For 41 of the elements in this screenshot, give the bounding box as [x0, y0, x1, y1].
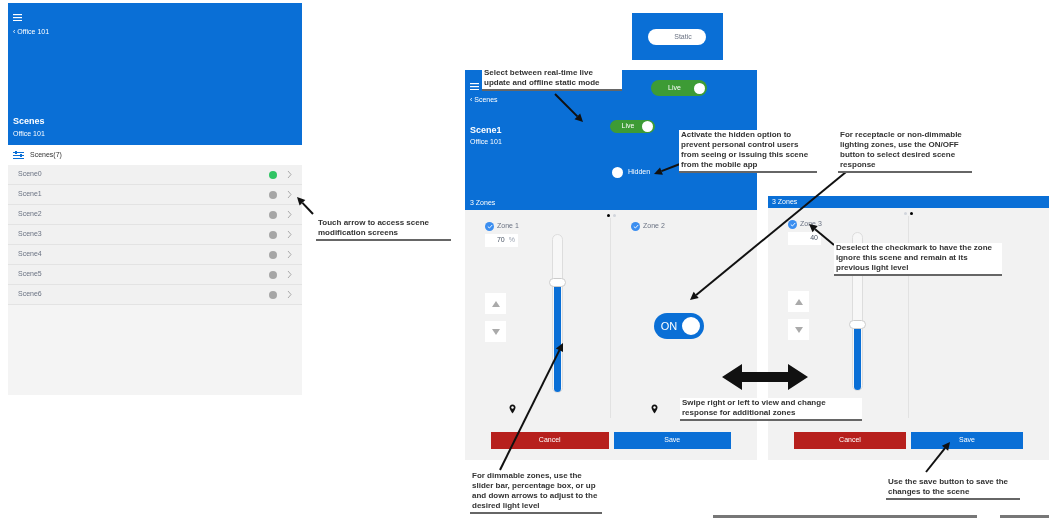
chevron-right-icon[interactable]	[287, 250, 292, 259]
triangle-up-icon	[491, 300, 500, 307]
up-button[interactable]	[788, 291, 809, 312]
callout-text: Swipe right or left to view and change response for additional zones	[680, 398, 862, 421]
callout-text: For receptacle or non-dimmable lighting zones, use the ON/OFF button to select desired scene response	[838, 130, 972, 173]
checkbox[interactable]	[631, 221, 640, 231]
menu-icon[interactable]	[13, 14, 22, 21]
checkbox[interactable]	[788, 219, 797, 229]
callout-arrow	[925, 442, 950, 473]
callout-text: Touch arrow to access scene modification screens	[316, 218, 451, 241]
slider-thumb[interactable]	[849, 320, 867, 330]
chevron-right-icon[interactable]	[287, 190, 292, 199]
page-title: Scenes	[13, 115, 45, 128]
callout-text: Use the save button to save the changes to the scene	[886, 477, 1020, 500]
triangle-down-icon	[491, 328, 500, 335]
down-button[interactable]	[788, 319, 809, 340]
checkbox[interactable]	[485, 221, 494, 231]
chevron-right-icon[interactable]	[287, 230, 292, 239]
up-button[interactable]	[485, 293, 506, 314]
chevron-right-icon[interactable]	[287, 290, 292, 299]
location-pin-icon	[509, 404, 516, 414]
toggle-switch[interactable]: ON	[654, 313, 704, 339]
down-button[interactable]	[485, 321, 506, 342]
triangle-down-icon	[794, 326, 803, 333]
callout-text: Deselect the checkmark to have the zone ignore this scene and remain at its previous light level	[834, 243, 1002, 276]
slider-track[interactable]	[552, 234, 563, 393]
filter-icon	[13, 151, 24, 159]
chevron-right-icon[interactable]	[287, 270, 292, 279]
location-pin-icon	[651, 404, 658, 414]
callout-arrow	[654, 163, 681, 175]
callout-arrow	[297, 197, 314, 215]
callout-text: Activate the hidden option to prevent personal control users from seeing or issuing this scene from the mobile app	[679, 130, 817, 173]
callout-arrow	[554, 93, 583, 122]
page-title: Scene1	[470, 123, 502, 137]
slider-thumb[interactable]	[549, 278, 566, 288]
callout-text: Select between real-time live update and offline static mode	[482, 68, 622, 91]
chevron-right-icon[interactable]	[287, 210, 292, 219]
menu-icon[interactable]	[470, 83, 479, 90]
callout-text: For dimmable zones, use the slider bar, percentage box, or up and down arrows to adjust to the desired light level	[470, 471, 602, 514]
chevron-right-icon[interactable]	[287, 170, 292, 179]
triangle-up-icon	[794, 298, 803, 305]
